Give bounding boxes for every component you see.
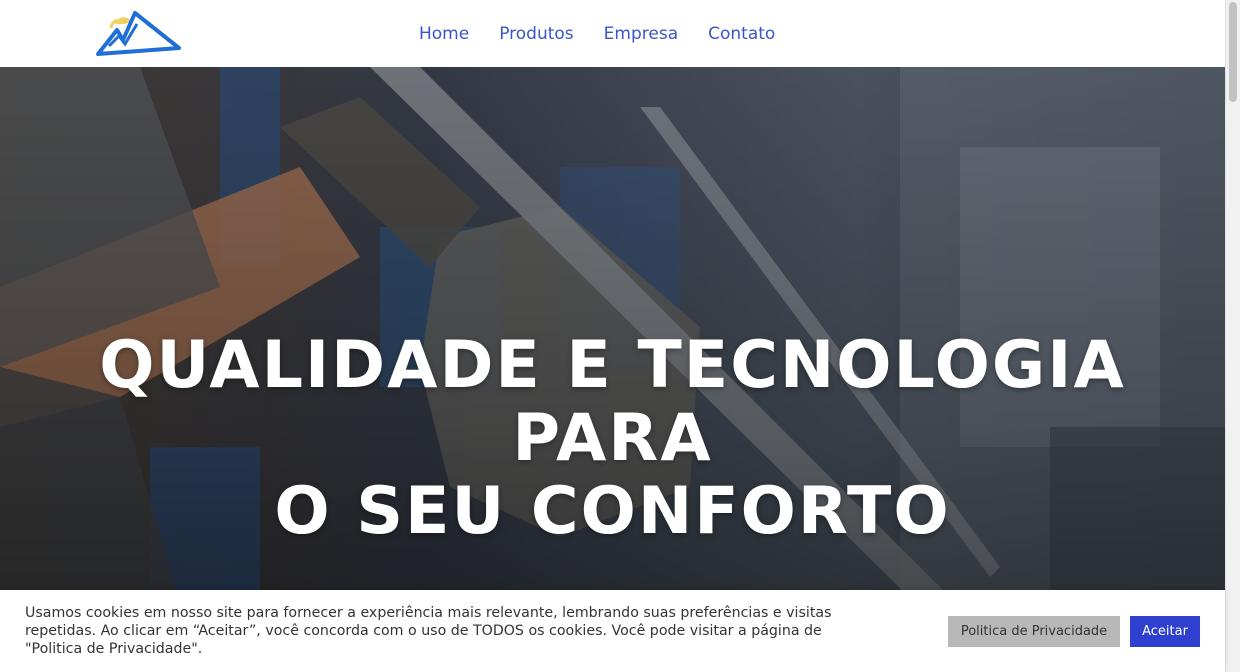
site-header: Home Produtos Empresa Contato bbox=[0, 0, 1225, 67]
hero-section: QUALIDADE E TECNOLOGIA PARA O SEU CONFOR… bbox=[0, 67, 1225, 672]
nav-empresa[interactable]: Empresa bbox=[589, 24, 693, 44]
nav-contato[interactable]: Contato bbox=[693, 24, 790, 44]
page-scrollbar[interactable] bbox=[1225, 0, 1240, 672]
hero-title: QUALIDADE E TECNOLOGIA PARA O SEU CONFOR… bbox=[0, 329, 1225, 548]
main-nav: Home Produtos Empresa Contato bbox=[404, 0, 790, 67]
mountain-logo-icon bbox=[96, 11, 181, 56]
hero-title-line2: O SEU CONFORTO bbox=[274, 474, 951, 549]
hero-title-line1: QUALIDADE E TECNOLOGIA PARA bbox=[99, 328, 1126, 476]
cookie-text: Usamos cookies em nosso site para fornec… bbox=[25, 605, 832, 657]
privacy-policy-button[interactable]: Politica de Privacidade bbox=[948, 616, 1120, 647]
cookie-banner: Usamos cookies em nosso site para fornec… bbox=[0, 590, 1225, 672]
nav-home[interactable]: Home bbox=[404, 24, 484, 44]
nav-produtos[interactable]: Produtos bbox=[484, 24, 588, 44]
accept-cookies-button[interactable]: Aceitar bbox=[1130, 616, 1200, 647]
logo-link[interactable] bbox=[95, 10, 181, 58]
scrollbar-thumb[interactable] bbox=[1229, 2, 1237, 102]
